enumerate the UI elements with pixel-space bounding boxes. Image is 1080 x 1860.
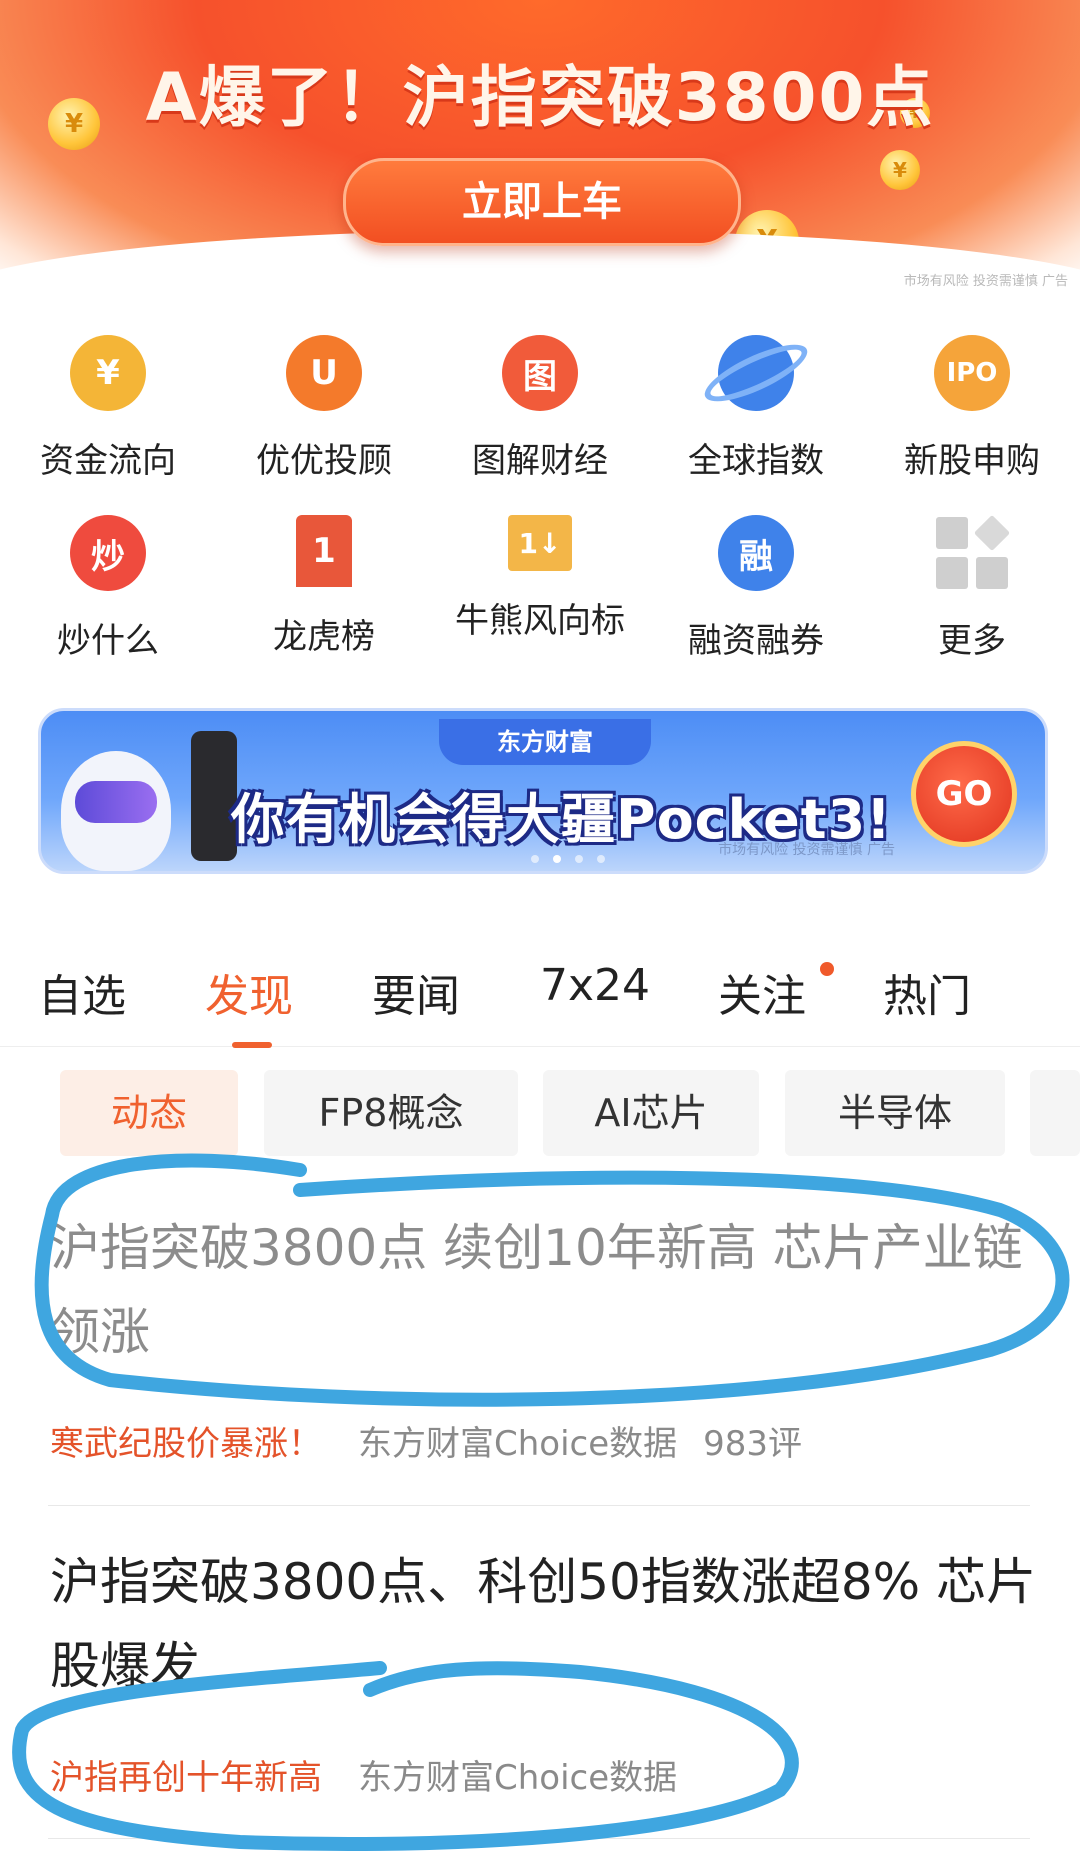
grid-item[interactable]: 图图解财经 [440, 335, 640, 482]
feed-item-title[interactable]: 沪指突破3800点 续创10年新高 芯片产业链领涨 [50, 1206, 1040, 1374]
active-tab-indicator [232, 1042, 272, 1048]
feed-divider [48, 1838, 1030, 1839]
grid-item[interactable]: 1↓ 牛熊风向标 [440, 515, 640, 642]
tab-hot[interactable]: 热门 [883, 960, 971, 1024]
top-ad-banner[interactable]: ¥ ¥ ¥ ¥ A爆了！沪指突破3800点 立即上车 市场有风险 投资需谨慎 广… [0, 0, 1080, 290]
tab-7x24[interactable]: 7x24 [540, 960, 650, 1011]
board-now-button[interactable]: 立即上车 [343, 158, 741, 246]
main-tabs: 自选 发现 要闻 7x24 关注 热门 [0, 950, 1080, 1048]
grid-item[interactable]: 更多 [872, 514, 1072, 662]
grid-more-icon [934, 514, 1011, 591]
feed-item-title[interactable]: 沪指突破3800点、科创50指数涨超8% 芯片股爆发 [50, 1540, 1040, 1708]
banner-headline: A爆了！沪指突破3800点 [145, 59, 935, 136]
flag-icon: 1↓ [508, 515, 572, 571]
grid-item[interactable]: U 优优投顾 [224, 335, 424, 482]
feed-item-source: 东方财富Choice数据 [358, 1758, 678, 1798]
promo-banner[interactable]: 东方财富 你有机会得大疆Pocket3! GO 市场有风险 投资需谨慎 广告 [38, 708, 1048, 874]
chip-semiconductor[interactable]: 半导体 [785, 1070, 1005, 1156]
promo-brand: 东方财富 [439, 719, 651, 765]
chip-ai-chip[interactable]: AI芯片 [543, 1070, 759, 1156]
ipo-icon: IPO [934, 335, 1010, 411]
grid-item-label: 全球指数 [688, 441, 824, 481]
feed-divider [48, 1505, 1030, 1506]
feed-item-tag[interactable]: 寒武纪股价暴涨！ [50, 1424, 322, 1464]
carousel-dots [531, 855, 605, 863]
chip-more-partial[interactable] [1030, 1070, 1080, 1156]
ad-disclaimer: 市场有风险 投资需谨慎 广告 [903, 270, 1068, 289]
grid-item-label: 优优投顾 [256, 441, 392, 481]
grid-item-label: 资金流向 [40, 441, 176, 481]
yuan-coin-icon: ¥ [70, 335, 146, 411]
grid-item[interactable]: IPO 新股申购 [872, 335, 1072, 482]
grid-item-label: 牛熊风向标 [455, 601, 625, 641]
grid-item[interactable]: 1 龙虎榜 [224, 515, 424, 658]
chart-illustration-icon: 图 [502, 335, 578, 411]
margin-trading-icon: 融 [718, 515, 794, 591]
flame-icon: 炒 [70, 515, 146, 591]
chip-fp8[interactable]: FP8概念 [264, 1070, 518, 1156]
robot-mascot-icon [61, 751, 171, 871]
feed-item-tag[interactable]: 沪指再创十年新高 [50, 1758, 322, 1798]
coin-icon: ¥ [880, 150, 920, 190]
promo-disclaimer: 市场有风险 投资需谨慎 广告 [718, 842, 895, 858]
grid-item-label: 更多 [938, 621, 1006, 661]
grid-item[interactable]: 融融资融券 [656, 515, 856, 662]
feed-item-comments: 983评 [703, 1424, 803, 1464]
grid-item-label: 新股申购 [904, 441, 1040, 481]
podium-icon: 1 [296, 515, 352, 587]
grid-item-label: 图解财经 [472, 441, 608, 481]
grid-item-label: 融资融券 [688, 621, 824, 661]
uu-advisor-icon: U [286, 335, 362, 411]
feed-item-meta: 沪指再创十年新高 东方财富Choice数据 [50, 1750, 677, 1799]
notification-dot [820, 962, 834, 976]
feed-item-meta: 寒武纪股价暴涨！ 东方财富Choice数据 983评 [50, 1416, 802, 1465]
grid-item[interactable]: 全球指数 [656, 333, 856, 482]
grid-item-label: 炒什么 [57, 621, 159, 661]
planet-icon [698, 333, 814, 413]
tab-following[interactable]: 关注 [718, 960, 806, 1024]
tab-discover[interactable]: 发现 [205, 960, 293, 1024]
grid-item[interactable]: ¥ 资金流向 [8, 335, 208, 482]
grid-item-label: 龙虎榜 [273, 617, 375, 657]
chip-dynamic[interactable]: 动态 [60, 1070, 238, 1156]
feed-item-source: 东方财富Choice数据 [358, 1424, 678, 1464]
tab-watchlist[interactable]: 自选 [38, 960, 126, 1024]
tab-news[interactable]: 要闻 [372, 960, 460, 1024]
grid-item[interactable]: 炒炒什么 [8, 515, 208, 662]
promo-go-button[interactable]: GO [911, 741, 1017, 847]
